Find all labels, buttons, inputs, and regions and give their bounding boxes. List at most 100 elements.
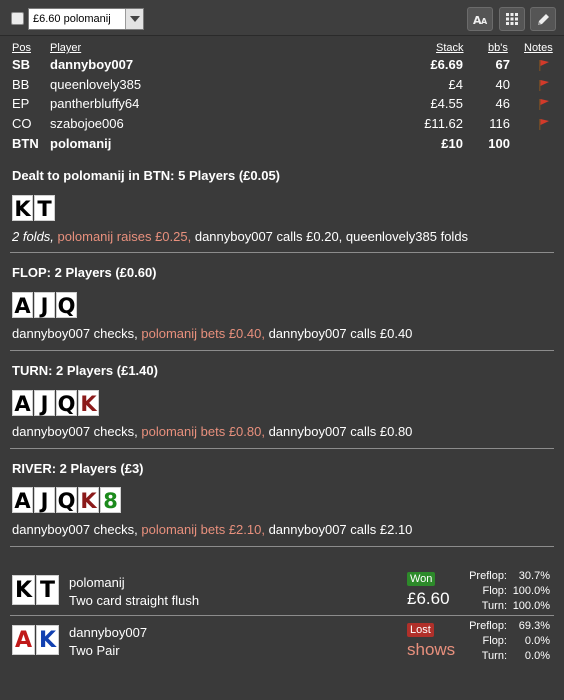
divider: [10, 448, 554, 449]
player-stack: £4.55: [430, 96, 463, 111]
preflop-actions: 2 folds, polomanij raises £0.25, dannybo…: [12, 229, 468, 244]
player-row[interactable]: BTN polomanij £10 100: [0, 136, 564, 155]
player-stack: £4: [448, 77, 463, 92]
divider: [10, 546, 554, 547]
header-stack[interactable]: Stack: [436, 42, 464, 54]
player-pos: CO: [12, 116, 32, 131]
hand-selector-dropdown[interactable]: £6.60 polomanij: [28, 8, 144, 30]
hero-action: polomanij raises £0.25,: [57, 229, 195, 244]
card: 8: [100, 487, 121, 513]
won-badge: Won: [407, 572, 436, 586]
player-name: queenlovely385: [50, 77, 142, 92]
hero-action: polomanij bets £0.80,: [141, 424, 269, 439]
note-flag-icon[interactable]: [538, 118, 551, 134]
font-size-icon: A A: [473, 14, 488, 26]
player-name: pantherbluffy64: [50, 96, 140, 111]
player-name: polomanij: [50, 136, 112, 151]
header-bbs[interactable]: bb's: [488, 42, 508, 54]
preflop-title: Dealt to polomanij in BTN: 5 Players (£0…: [12, 168, 281, 183]
player-row[interactable]: CO szabojoe006 £11.62 116: [0, 116, 564, 135]
player-bbs: 116: [489, 116, 510, 131]
hero-action: polomanij bets £2.10,: [141, 522, 269, 537]
font-size-button[interactable]: A A: [467, 7, 493, 31]
edit-button[interactable]: [530, 7, 556, 31]
player-pos: SB: [12, 57, 31, 72]
player-bbs: 46: [495, 96, 510, 111]
card: K: [12, 575, 35, 605]
player-bbs: 67: [495, 57, 510, 72]
action-text: dannyboy007 calls £0.20, queenlovely385 …: [194, 229, 469, 244]
action-text: 2 folds,: [12, 229, 58, 244]
header-notes[interactable]: Notes: [524, 42, 553, 54]
card: K: [78, 390, 99, 416]
result-hand-description: Two card straight flush: [69, 593, 200, 608]
pencil-icon: [538, 14, 549, 25]
player-bbs: 100: [488, 136, 510, 151]
note-flag-icon[interactable]: [538, 79, 551, 95]
player-name: dannyboy007: [50, 57, 134, 72]
toolbar: £6.60 polomanij A A: [0, 0, 564, 36]
header-pos[interactable]: Pos: [12, 42, 31, 54]
player-pos: EP: [12, 96, 30, 111]
result-cards: KT: [12, 575, 60, 605]
action-text: dannyboy007 calls £0.80: [268, 424, 413, 439]
card: A: [12, 487, 33, 513]
chevron-down-icon[interactable]: [125, 9, 143, 29]
divider: [10, 350, 554, 351]
flop-actions: dannyboy007 checks, polomanij bets £0.40…: [12, 326, 412, 341]
equity-turn-label: Turn:: [481, 650, 507, 662]
action-text: dannyboy007 calls £2.10: [268, 522, 413, 537]
note-flag-icon[interactable]: [538, 59, 551, 75]
result-player-name: polomanij: [69, 575, 125, 590]
player-stack: £11.62: [424, 116, 463, 131]
action-text: dannyboy007 checks,: [12, 424, 142, 439]
card: J: [34, 390, 55, 416]
card: Q: [56, 487, 77, 513]
equity-preflop-value: 69.3%: [518, 620, 550, 632]
river-actions: dannyboy007 checks, polomanij bets £2.10…: [12, 522, 412, 537]
won-amount: £6.60: [407, 589, 450, 608]
equity-turn-value: 0.0%: [524, 650, 550, 662]
divider: [10, 252, 554, 253]
card: K: [78, 487, 99, 513]
result-player-name: dannyboy007: [69, 625, 148, 640]
turn-cards: AJQK: [12, 390, 100, 416]
player-row[interactable]: EP pantherbluffy64 £4.55 46: [0, 96, 564, 115]
card: K: [36, 625, 59, 655]
svg-text:A: A: [481, 17, 488, 26]
player-stack: £6.69: [430, 57, 463, 72]
grid-icon: [506, 13, 518, 25]
player-pos: BB: [12, 77, 30, 92]
divider: [10, 615, 554, 616]
card: J: [34, 292, 55, 318]
action-text: dannyboy007 checks,: [12, 326, 142, 341]
hole-cards: KT: [12, 195, 56, 221]
result-hand-description: Two Pair: [69, 643, 120, 658]
player-bbs: 40: [495, 77, 510, 92]
player-stack: £10: [441, 136, 463, 151]
card: T: [34, 195, 55, 221]
player-row[interactable]: BB queenlovely385 £4 40: [0, 77, 564, 96]
equity-preflop-value: 30.7%: [518, 570, 550, 582]
flop-cards: AJQ: [12, 292, 78, 318]
card: Q: [56, 390, 77, 416]
action-text: dannyboy007 calls £0.40: [268, 326, 413, 341]
grid-button[interactable]: [499, 7, 525, 31]
equity-turn-label: Turn:: [481, 600, 507, 612]
lost-badge: Lost: [407, 623, 434, 637]
card: A: [12, 390, 33, 416]
card: T: [36, 575, 59, 605]
hero-action: polomanij bets £0.40,: [141, 326, 269, 341]
turn-title: TURN: 2 Players (£1.40): [12, 363, 158, 378]
equity-preflop-label: Preflop:: [469, 570, 507, 582]
player-pos: BTN: [12, 136, 39, 151]
note-flag-icon[interactable]: [538, 98, 551, 114]
header-player[interactable]: Player: [50, 42, 81, 54]
equity-turn-value: 100.0%: [512, 600, 550, 612]
player-name: szabojoe006: [50, 116, 124, 131]
player-row[interactable]: SB dannyboy007 £6.69 67: [0, 57, 564, 76]
hand-selector-value: £6.60 polomanij: [33, 13, 111, 25]
select-hand-checkbox[interactable]: [11, 12, 24, 25]
action-text: dannyboy007 checks,: [12, 522, 142, 537]
turn-actions: dannyboy007 checks, polomanij bets £0.80…: [12, 424, 412, 439]
